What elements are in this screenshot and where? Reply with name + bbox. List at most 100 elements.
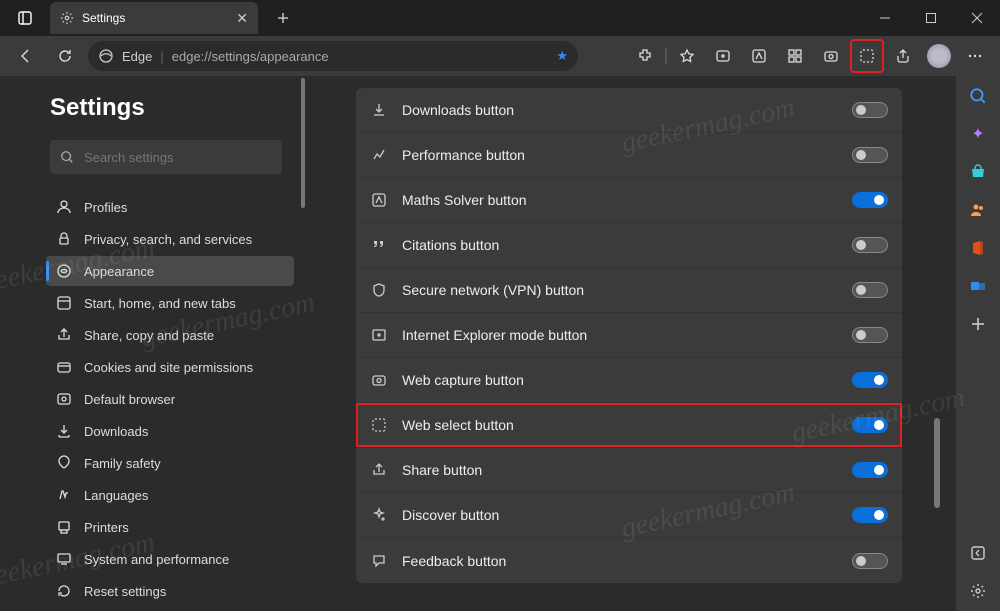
sidebar-add-icon[interactable] [966, 312, 990, 336]
extensions-icon[interactable] [628, 39, 662, 73]
content-area: Settings ProfilesPrivacy, search, and se… [0, 76, 1000, 611]
settings-row-discover-button: Discover button [356, 493, 902, 538]
sidebar-settings-icon[interactable] [966, 579, 990, 603]
math-solver-icon[interactable] [742, 39, 776, 73]
row-icon [370, 506, 388, 524]
toggle-switch[interactable] [852, 147, 888, 163]
sidebar-item-reset-settings[interactable]: Reset settings [46, 576, 294, 606]
row-label: Feedback button [402, 553, 838, 569]
settings-sidebar: Settings ProfilesPrivacy, search, and se… [0, 76, 306, 611]
sidebar-item-family-safety[interactable]: Family safety [46, 448, 294, 478]
row-icon [370, 552, 388, 570]
row-label: Discover button [402, 507, 838, 523]
settings-row-share-button: Share button [356, 448, 902, 493]
sidebar-item-start-home-and-new-tabs[interactable]: Start, home, and new tabs [46, 288, 294, 318]
sidebar-item-languages[interactable]: Languages [46, 480, 294, 510]
row-label: Secure network (VPN) button [402, 282, 838, 298]
tab-actions-button[interactable] [8, 1, 42, 35]
toggle-switch[interactable] [852, 102, 888, 118]
more-menu-button[interactable] [958, 39, 992, 73]
nav-item-icon [56, 583, 72, 599]
new-tab-button[interactable] [268, 3, 298, 33]
sidebar-search-icon[interactable] [966, 84, 990, 108]
toggle-switch[interactable] [852, 327, 888, 343]
row-label: Citations button [402, 237, 838, 253]
settings-row-maths-solver-button: Maths Solver button [356, 178, 902, 223]
nav-item-icon [56, 199, 72, 215]
main-scrollbar[interactable] [932, 88, 940, 601]
sidebar-item-profiles[interactable]: Profiles [46, 192, 294, 222]
settings-search[interactable] [50, 140, 282, 174]
settings-main: Downloads button Performance button Maths … [306, 76, 956, 611]
nav-item-label: Privacy, search, and services [84, 232, 252, 247]
sidebar-people-icon[interactable] [966, 198, 990, 222]
toggle-switch[interactable] [852, 417, 888, 433]
apps-icon[interactable] [778, 39, 812, 73]
row-label: Web select button [402, 417, 838, 433]
nav-item-label: Reset settings [84, 584, 166, 599]
sidebar-office-icon[interactable] [966, 236, 990, 260]
row-label: Performance button [402, 147, 838, 163]
address-bar[interactable]: Edge | edge://settings/appearance ★ [88, 41, 578, 71]
nav-item-icon [56, 391, 72, 407]
settings-list: Downloads button Performance button Maths … [356, 88, 902, 601]
nav-item-icon [56, 295, 72, 311]
settings-row-downloads-button: Downloads button [356, 88, 902, 133]
sidebar-outlook-icon[interactable] [966, 274, 990, 298]
toggle-switch[interactable] [852, 237, 888, 253]
share-icon[interactable] [886, 39, 920, 73]
nav-item-label: Languages [84, 488, 148, 503]
sidebar-item-appearance[interactable]: Appearance [46, 256, 294, 286]
settings-nav: Profiles Privacy, search, and services App… [46, 192, 294, 611]
sidebar-item-default-browser[interactable]: Default browser [46, 384, 294, 414]
toggle-switch[interactable] [852, 282, 888, 298]
toggle-switch[interactable] [852, 507, 888, 523]
search-icon [60, 150, 74, 164]
sidebar-item-system-and-performance[interactable]: System and performance [46, 544, 294, 574]
row-label: Maths Solver button [402, 192, 838, 208]
toggle-switch[interactable] [852, 372, 888, 388]
sidebar-item-printers[interactable]: Printers [46, 512, 294, 542]
nav-item-label: Printers [84, 520, 129, 535]
row-icon [370, 461, 388, 479]
close-window-button[interactable] [954, 0, 1000, 36]
toggle-switch[interactable] [852, 462, 888, 478]
back-button[interactable] [8, 39, 42, 73]
row-icon [370, 416, 388, 434]
nav-item-icon [56, 487, 72, 503]
settings-row-citations-button: Citations button [356, 223, 902, 268]
nav-item-icon [56, 327, 72, 343]
collections-icon[interactable] [706, 39, 740, 73]
nav-item-label: Profiles [84, 200, 127, 215]
settings-row-secure-network-vpn-button: Secure network (VPN) button [356, 268, 902, 313]
favorite-star-icon[interactable]: ★ [556, 48, 568, 64]
nav-item-label: Cookies and site permissions [84, 360, 253, 375]
sidebar-item-privacy-search-and-services[interactable]: Privacy, search, and services [46, 224, 294, 254]
sidebar-shopping-icon[interactable] [966, 160, 990, 184]
sidebar-item-downloads[interactable]: Downloads [46, 416, 294, 446]
sidebar-item-cookies-and-site-permissions[interactable]: Cookies and site permissions [46, 352, 294, 382]
address-url: edge://settings/appearance [172, 49, 329, 64]
refresh-button[interactable] [48, 39, 82, 73]
toggle-switch[interactable] [852, 553, 888, 569]
window-controls [862, 0, 1000, 36]
tab-close-button[interactable]: ✕ [236, 10, 248, 27]
gear-icon [60, 11, 74, 25]
row-icon [370, 191, 388, 209]
toggle-switch[interactable] [852, 192, 888, 208]
browser-tab[interactable]: Settings ✕ [50, 2, 258, 34]
minimize-button[interactable] [862, 0, 908, 36]
web-capture-icon[interactable] [814, 39, 848, 73]
settings-row-web-select-button: Web select button [356, 403, 902, 448]
row-icon [370, 146, 388, 164]
sidebar-discover-icon[interactable]: ✦ [966, 122, 990, 146]
profile-avatar[interactable] [922, 39, 956, 73]
web-select-icon[interactable] [850, 39, 884, 73]
maximize-button[interactable] [908, 0, 954, 36]
sidebar-collapse-icon[interactable] [966, 541, 990, 565]
sidebar-item-share-copy-and-paste[interactable]: Share, copy and paste [46, 320, 294, 350]
nav-item-label: Start, home, and new tabs [84, 296, 236, 311]
search-input[interactable] [84, 150, 272, 165]
sidebar-scrollbar[interactable] [300, 76, 306, 611]
favorites-icon[interactable] [670, 39, 704, 73]
